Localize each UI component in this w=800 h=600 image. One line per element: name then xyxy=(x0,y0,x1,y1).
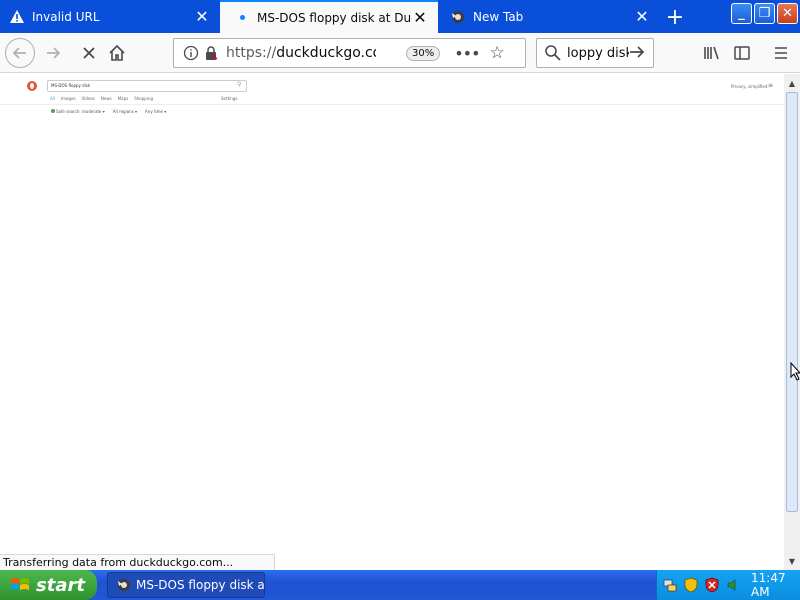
new-tab-button[interactable]: + xyxy=(662,4,688,30)
taskbar: start MS-DOS floppy disk a... 11:47 AM xyxy=(0,570,800,600)
ddg-search-value: MS-DOS floppy disk xyxy=(51,83,91,88)
zoom-level-badge[interactable]: 30% xyxy=(406,45,441,61)
hamburger-icon xyxy=(775,47,787,59)
info-icon[interactable] xyxy=(182,44,200,62)
tab-invalid-url[interactable]: Invalid URL ✕ xyxy=(0,0,220,33)
page-actions-icon[interactable]: ••• xyxy=(454,44,480,63)
tab-new-tab[interactable]: New Tab ✕ xyxy=(438,0,660,33)
bookmark-star-icon[interactable]: ☆ xyxy=(490,43,505,63)
status-bar: Transferring data from duckduckgo.com... xyxy=(0,554,275,570)
ddg-tab-maps[interactable]: Maps xyxy=(118,96,129,101)
taskbar-item-label: MS-DOS floppy disk a... xyxy=(136,578,265,592)
forward-arrow-icon xyxy=(47,47,61,59)
tab-title: Invalid URL xyxy=(32,9,100,24)
ddg-menu-icon[interactable]: ≡ xyxy=(768,82,773,89)
tab-ddg-search[interactable]: MS-DOS floppy disk at DuckDuckGo ✕ xyxy=(220,0,438,33)
filter-label: All regions xyxy=(112,109,134,114)
home-button[interactable] xyxy=(103,39,131,67)
network-icon[interactable] xyxy=(662,577,678,593)
ddg-filters: Safe search: moderate ▾ All regions ▾ An… xyxy=(51,109,166,114)
clock[interactable]: 11:47 AM xyxy=(751,571,800,599)
ddg-header: MS-DOS floppy disk ⚲ All Images Videos N… xyxy=(0,74,784,105)
start-button[interactable]: start xyxy=(0,570,97,600)
minimize-button[interactable]: _ xyxy=(731,3,752,24)
duckduckgo-logo-icon[interactable] xyxy=(27,81,37,91)
tab-strip: Invalid URL ✕ MS-DOS floppy disk at Duck… xyxy=(0,0,800,33)
close-icon[interactable]: ✕ xyxy=(412,8,428,27)
app-menu-button[interactable] xyxy=(767,39,795,67)
search-bar[interactable]: loppy disk xyxy=(536,38,654,68)
ddg-tab-news[interactable]: News xyxy=(101,96,112,101)
system-tray: 11:47 AM xyxy=(656,570,800,600)
sidebar-icon xyxy=(734,46,750,60)
ddg-search-input[interactable]: MS-DOS floppy disk ⚲ xyxy=(47,80,247,92)
home-icon xyxy=(109,44,125,61)
sidebar-button[interactable] xyxy=(728,39,756,67)
ddg-tabs: All Images Videos News Maps Shopping xyxy=(50,96,153,101)
search-go-arrow-icon[interactable] xyxy=(629,44,645,63)
scroll-up-arrow-icon[interactable]: ▲ xyxy=(786,77,798,89)
ddg-tab-videos[interactable]: Videos xyxy=(82,96,95,101)
library-icon xyxy=(704,46,719,60)
ddg-tab-shopping[interactable]: Shopping xyxy=(134,96,153,101)
ddg-tab-images[interactable]: Images xyxy=(61,96,76,101)
library-button[interactable] xyxy=(697,39,725,67)
ddg-settings-link[interactable]: Settings xyxy=(221,96,237,101)
page-content: MS-DOS floppy disk ⚲ All Images Videos N… xyxy=(0,74,784,570)
maximize-button[interactable]: ❐ xyxy=(754,3,775,24)
safe-search-icon xyxy=(51,109,55,113)
url-bar[interactable]: https://duckduckgo.com/? 30% ••• ☆ xyxy=(173,38,526,68)
window-close-button[interactable]: ✕ xyxy=(777,3,798,24)
ddg-filter-region[interactable]: All regions ▾ xyxy=(113,109,137,114)
ddg-filter-safesearch[interactable]: Safe search: moderate ▾ xyxy=(51,109,105,114)
forward-button[interactable] xyxy=(39,39,67,67)
back-arrow-icon xyxy=(12,47,26,59)
search-input[interactable]: loppy disk xyxy=(567,46,629,61)
url-prefix: https:// xyxy=(226,45,277,61)
warning-icon xyxy=(9,9,25,25)
stop-button[interactable] xyxy=(75,39,103,67)
volume-icon[interactable] xyxy=(725,577,741,593)
scrollbar-thumb[interactable] xyxy=(786,92,798,512)
lock-icon[interactable] xyxy=(203,44,219,62)
search-icon xyxy=(545,45,561,61)
vertical-scrollbar[interactable]: ▲ ▼ xyxy=(784,74,800,570)
stop-icon xyxy=(83,47,95,59)
ddg-filter-time[interactable]: Any time ▾ xyxy=(145,109,166,114)
search-icon[interactable]: ⚲ xyxy=(237,82,243,88)
filter-label: Safe search: moderate xyxy=(56,109,102,114)
ddg-privacy-link[interactable]: Privacy, simplified. xyxy=(731,84,769,89)
filter-label: Any time xyxy=(145,109,163,114)
windows-flag-icon xyxy=(11,578,29,590)
nav-toolbar: https://duckduckgo.com/? 30% ••• ☆ loppy… xyxy=(0,33,800,73)
security-shield-icon[interactable] xyxy=(683,577,699,593)
back-button[interactable] xyxy=(5,38,35,68)
url-host: duckduckgo.com/? xyxy=(276,45,376,61)
start-label: start xyxy=(36,574,85,596)
mouse-cursor-icon xyxy=(790,362,800,381)
ddg-tab-all[interactable]: All xyxy=(50,96,55,101)
url-text[interactable]: https://duckduckgo.com/? xyxy=(226,45,376,61)
taskbar-item-firefox[interactable]: MS-DOS floppy disk a... xyxy=(107,572,265,598)
firefox-icon xyxy=(118,579,130,591)
close-icon[interactable]: ✕ xyxy=(634,7,650,26)
loading-dot-icon xyxy=(234,10,250,26)
tab-title: New Tab xyxy=(473,9,524,24)
firefox-icon xyxy=(450,9,466,25)
alert-shield-icon[interactable] xyxy=(704,577,720,593)
tab-title: MS-DOS floppy disk at DuckDuckGo xyxy=(257,10,412,25)
scroll-down-arrow-icon[interactable]: ▼ xyxy=(786,555,798,567)
close-icon[interactable]: ✕ xyxy=(194,7,210,26)
